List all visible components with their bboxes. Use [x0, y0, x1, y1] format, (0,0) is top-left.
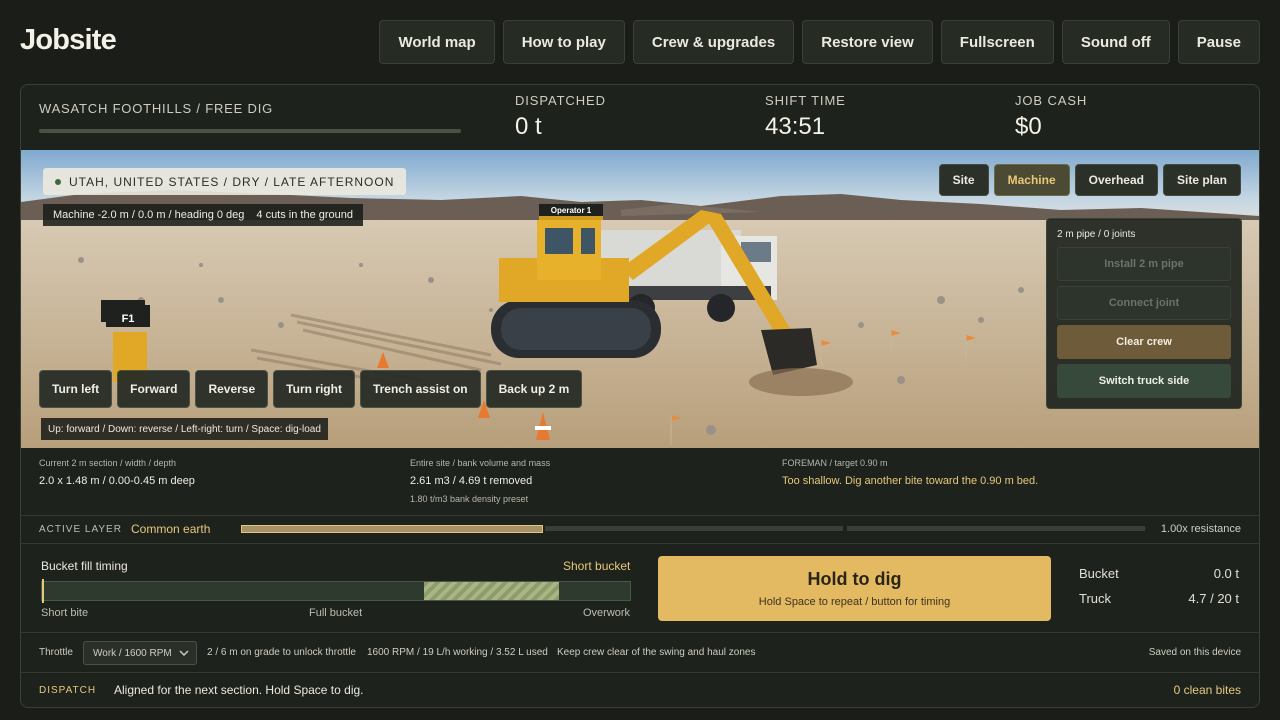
foreman-message: Too shallow. Dig another bite toward the…: [782, 475, 1039, 487]
location-badge: UTAH, UNITED STATES / DRY / LATE AFTERNO…: [43, 168, 407, 195]
site-progress-bar: [39, 129, 461, 133]
machine-position-readout: Machine -2.0 m / 0.0 m / heading 0 deg 4…: [43, 204, 364, 226]
density-note: 1.80 t/m3 bank density preset: [410, 494, 529, 504]
stats-header: WASATCH FOOTHILLS / FREE DIG DISPATCHED …: [21, 85, 1259, 150]
section-value: 2.0 x 1.48 m / 0.00-0.45 m deep: [39, 475, 195, 487]
bucket-timing-label: Bucket fill timing: [41, 559, 128, 573]
section-detail: Current 2 m section / width / depth 2.0 …: [39, 458, 195, 487]
cuts-count: 4 cuts in the ground: [256, 209, 354, 221]
active-layer-name: Common earth: [131, 522, 211, 536]
switch-truck-side-button[interactable]: Switch truck side: [1057, 364, 1231, 398]
pipe-crew-panel: 2 m pipe / 0 joints Install 2 m pipe Con…: [1046, 218, 1242, 409]
engine-readout: 1600 RPM / 19 L/h working / 3.52 L used: [367, 647, 548, 658]
dig-details: Current 2 m section / width / depth 2.0 …: [21, 448, 1259, 516]
view-tab-overhead[interactable]: Overhead: [1074, 164, 1158, 196]
hold-to-dig-button[interactable]: Hold to dig Hold Space to repeat / butto…: [658, 556, 1051, 621]
layer-segment: [545, 526, 843, 531]
truck-load-value: 4.7 / 20 t: [1188, 591, 1239, 606]
dispatch-message: Aligned for the next section. Hold Space…: [114, 683, 364, 697]
resistance-value: 1.00x resistance: [1160, 523, 1241, 535]
full-bucket-zone: [424, 582, 559, 600]
fullscreen-button[interactable]: Fullscreen: [940, 20, 1054, 64]
how-to-play-button[interactable]: How to play: [502, 20, 625, 64]
throttle-label: Throttle: [39, 647, 73, 658]
view-tab-site-plan[interactable]: Site plan: [1162, 164, 1241, 196]
dispatch-label: DISPATCH: [39, 685, 97, 696]
grade-progress: 2 / 6 m on grade to unlock throttle: [207, 647, 356, 658]
back-up-button[interactable]: Back up 2 m: [485, 370, 583, 408]
dispatch-row: DISPATCH Aligned for the next section. H…: [21, 673, 1259, 707]
dig-timing-row: Bucket fill timing Short bucket Short bi…: [21, 544, 1259, 633]
status-dot-icon: [55, 178, 61, 185]
crew-upgrades-button[interactable]: Crew & upgrades: [632, 20, 795, 64]
hold-to-dig-hint: Hold Space to repeat / button for timing: [758, 596, 951, 608]
drive-controls: Turn left Forward Reverse Turn right Tre…: [39, 370, 583, 408]
scale-full-bucket: Full bucket: [309, 607, 363, 619]
truck-load-label: Truck: [1079, 591, 1112, 606]
active-layer-row: ACTIVE LAYER Common earth 1.00x resistan…: [21, 516, 1259, 544]
top-nav: World map How to play Crew & upgrades Re…: [379, 20, 1260, 64]
app-title: Jobsite: [20, 24, 117, 56]
volume-value: 2.61 m3 / 4.69 t removed: [410, 475, 533, 487]
pause-button[interactable]: Pause: [1177, 20, 1260, 64]
turn-right-button[interactable]: Turn right: [273, 370, 355, 408]
scale-short-bite: Short bite: [41, 607, 89, 619]
safety-note: Keep crew clear of the swing and haul zo…: [557, 647, 756, 658]
clean-bites-count: 0 clean bites: [1173, 683, 1241, 697]
throttle-selected-value: Work / 1600 RPM: [93, 647, 172, 659]
job-cash-stat: JOB CASH $0: [1015, 93, 1087, 141]
bucket-load-label: Bucket: [1079, 566, 1119, 581]
location-text: UTAH, UNITED STATES / DRY / LATE AFTERNO…: [69, 174, 395, 189]
save-status: Saved on this device: [1148, 647, 1241, 658]
operator-tag: Operator 1: [539, 204, 603, 216]
volume-detail: Entire site / bank volume and mass 2.61 …: [410, 458, 550, 504]
hold-to-dig-title: Hold to dig: [807, 569, 902, 589]
job-cash-value: $0: [1015, 113, 1042, 140]
turn-left-button[interactable]: Turn left: [39, 370, 113, 408]
scale-overwork: Overwork: [583, 607, 631, 619]
bucket-load-value: 0.0 t: [1213, 566, 1239, 581]
install-pipe-button[interactable]: Install 2 m pipe: [1057, 247, 1231, 281]
bucket-status: Short bucket: [563, 559, 631, 573]
foreman-label: FOREMAN / target 0.90 m: [782, 458, 888, 468]
camera-view-tabs: Site Machine Overhead Site plan: [938, 164, 1241, 196]
svg-text:Operator 1: Operator 1: [551, 206, 592, 215]
clear-crew-button[interactable]: Clear crew: [1057, 325, 1231, 359]
chevron-down-icon: [179, 650, 189, 657]
section-label: Current 2 m section / width / depth: [39, 458, 177, 468]
dispatched-value: 0 t: [515, 113, 542, 140]
layer-segment-active: [241, 525, 543, 533]
job-cash-label: JOB CASH: [1015, 93, 1088, 108]
volume-label: Entire site / bank volume and mass: [410, 458, 551, 468]
dispatched-label: DISPATCHED: [515, 93, 606, 108]
forward-button[interactable]: Forward: [117, 370, 191, 408]
shift-time-stat: SHIFT TIME 43:51: [765, 93, 846, 141]
active-layer-label: ACTIVE LAYER: [39, 524, 122, 535]
game-viewport[interactable]: Operator 1 F1 UTAH, UNITED STATES / DRY …: [21, 150, 1259, 448]
throttle-select[interactable]: Work / 1600 RPM: [83, 641, 197, 665]
keyboard-hint: Up: forward / Down: reverse / Left-right…: [41, 418, 328, 440]
foreman-detail: FOREMAN / target 0.90 m Too shallow. Dig…: [782, 458, 1038, 487]
top-bar: Jobsite World map How to play Crew & upg…: [0, 0, 1280, 84]
view-tab-site[interactable]: Site: [938, 164, 989, 196]
layer-segment: [847, 526, 1145, 531]
connect-joint-button[interactable]: Connect joint: [1057, 286, 1231, 320]
world-map-button[interactable]: World map: [379, 20, 495, 64]
view-tab-machine[interactable]: Machine: [993, 164, 1070, 196]
game-panel: WASATCH FOOTHILLS / FREE DIG DISPATCHED …: [20, 84, 1260, 708]
svg-text:F1: F1: [122, 313, 135, 325]
reverse-button[interactable]: Reverse: [195, 370, 269, 408]
site-name: WASATCH FOOTHILLS / FREE DIG: [39, 101, 274, 116]
sound-toggle-button[interactable]: Sound off: [1061, 20, 1170, 64]
machine-position: Machine -2.0 m / 0.0 m / heading 0 deg: [53, 209, 245, 221]
bucket-timing-bar: [41, 579, 631, 603]
throttle-row: Throttle Work / 1600 RPM 2 / 6 m on grad…: [21, 633, 1259, 673]
trench-assist-toggle[interactable]: Trench assist on: [359, 370, 481, 408]
dispatched-stat: DISPATCHED 0 t: [515, 93, 606, 141]
shift-time-value: 43:51: [765, 113, 826, 140]
shift-time-label: SHIFT TIME: [765, 93, 846, 108]
timing-marker: [42, 579, 44, 603]
restore-view-button[interactable]: Restore view: [802, 20, 933, 64]
pipe-status: 2 m pipe / 0 joints: [1057, 229, 1136, 240]
